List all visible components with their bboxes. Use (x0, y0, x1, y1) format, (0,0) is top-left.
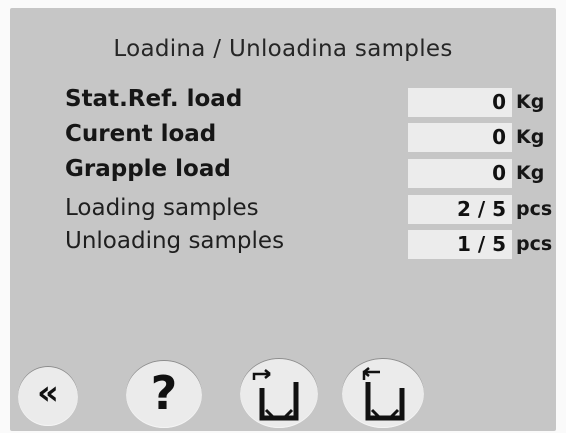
unload-sample-button[interactable] (342, 358, 424, 428)
current-load-unit: Kg (516, 126, 545, 148)
unloading-samples-unit: pcs (516, 233, 553, 255)
grapple-load-label: Grapple load (65, 156, 231, 182)
page-title: Loadina / Unloadina samples (113, 36, 453, 62)
double-chevron-left-icon: « (37, 373, 59, 413)
grapple-load-value: 0 (408, 159, 512, 188)
unloading-samples-label: Unloading samples (65, 228, 285, 254)
current-load-label: Curent load (65, 121, 217, 147)
stat-ref-load-value: 0 (408, 88, 512, 117)
help-button[interactable]: ? (126, 360, 202, 428)
unloading-samples-value: 1 / 5 (408, 230, 512, 259)
loading-samples-label: Loading samples (65, 195, 259, 221)
stat-ref-load-label: Stat.Ref. load (65, 86, 243, 112)
question-icon: ? (150, 366, 178, 420)
current-load-value: 0 (408, 123, 512, 152)
load-sample-button[interactable] (240, 358, 318, 428)
loading-samples-value: 2 / 5 (408, 195, 512, 224)
back-button[interactable]: « (18, 366, 78, 426)
stat-ref-load-unit: Kg (516, 91, 545, 113)
loading-samples-unit: pcs (516, 198, 553, 220)
grapple-load-unit: Kg (516, 162, 545, 184)
loading-unloading-panel: Loadina / Unloadina samples Stat.Ref. lo… (10, 8, 556, 431)
load-sample-icon (252, 369, 299, 421)
unload-sample-icon (362, 367, 405, 421)
